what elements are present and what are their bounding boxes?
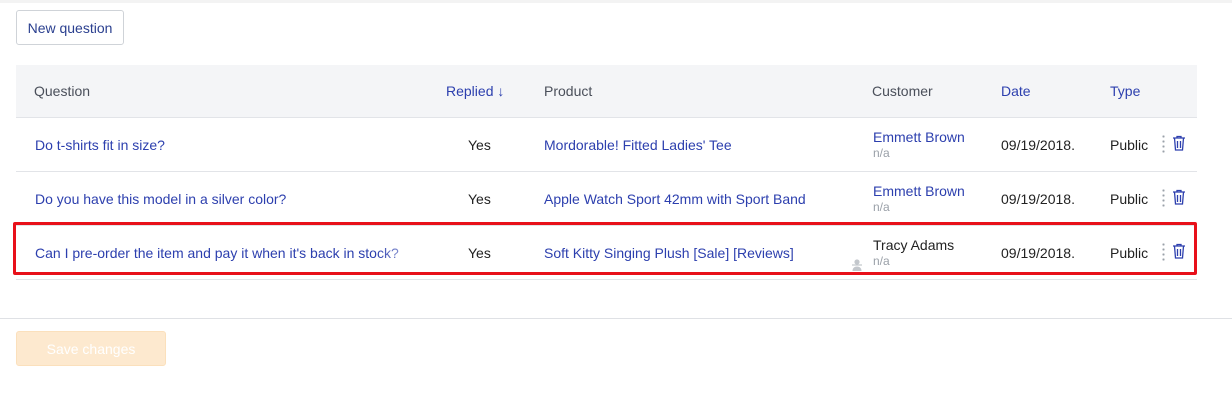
product-link[interactable]: Soft Kitty Singing Plush [Sale] [Reviews… xyxy=(544,226,794,279)
customer-link[interactable]: Emmett Brown xyxy=(873,183,965,199)
trash-icon[interactable] xyxy=(1172,189,1186,205)
trash-icon[interactable] xyxy=(1172,243,1186,259)
product-link[interactable]: Mordorable! Fitted Ladies' Tee xyxy=(544,118,732,171)
table-row: Can I pre-order the item and pay it when… xyxy=(16,226,1197,280)
replied-value: Yes xyxy=(468,136,491,153)
question-link[interactable]: Can I pre-order the item and pay it when… xyxy=(35,226,399,279)
trash-icon[interactable] xyxy=(1172,135,1186,151)
customer-name: Tracy Adams xyxy=(873,237,955,253)
column-header-customer: Customer xyxy=(872,83,933,99)
footer-divider xyxy=(0,318,1232,319)
guest-user-icon xyxy=(852,259,862,271)
customer-cell: Emmett Brown n/a xyxy=(873,118,965,171)
date-value: 09/19/2018. xyxy=(1001,190,1075,207)
column-header-product: Product xyxy=(544,83,593,99)
customer-sub: n/a xyxy=(873,146,890,160)
replied-value: Yes xyxy=(468,190,491,207)
column-header-question: Question xyxy=(34,83,91,99)
type-value: Public xyxy=(1110,190,1149,207)
replied-value: Yes xyxy=(468,244,491,261)
column-header-type[interactable]: Type xyxy=(1110,65,1140,117)
column-header-date[interactable]: Date xyxy=(1001,65,1031,117)
customer-link[interactable]: Emmett Brown xyxy=(873,129,965,145)
drag-handle-icon[interactable] xyxy=(1162,134,1165,154)
customer-cell: Emmett Brown n/a xyxy=(873,172,965,225)
table-row: Do you have this model in a silver color… xyxy=(16,172,1197,226)
type-value: Public xyxy=(1110,244,1149,261)
date-value: 09/19/2018. xyxy=(1001,244,1075,261)
questions-table: Question Replied ↓ Product Customer Date… xyxy=(16,65,1197,280)
new-question-button[interactable]: New question xyxy=(16,10,124,45)
customer-sub: n/a xyxy=(873,254,890,268)
column-header-replied[interactable]: Replied ↓ xyxy=(446,65,504,117)
date-value: 09/19/2018. xyxy=(1001,136,1075,153)
type-value: Public xyxy=(1110,136,1149,153)
question-link[interactable]: Do t-shirts fit in size? xyxy=(35,118,165,171)
top-divider xyxy=(0,0,1232,3)
drag-handle-icon[interactable] xyxy=(1162,242,1165,262)
question-link[interactable]: Do you have this model in a silver color… xyxy=(35,172,286,225)
product-link[interactable]: Apple Watch Sport 42mm with Sport Band xyxy=(544,172,806,225)
text-fade xyxy=(376,226,434,279)
customer-cell: Tracy Adams n/a xyxy=(873,226,954,279)
save-changes-button[interactable]: Save changes xyxy=(16,331,166,366)
table-header: Question Replied ↓ Product Customer Date… xyxy=(16,65,1197,118)
drag-handle-icon[interactable] xyxy=(1162,188,1165,208)
customer-sub: n/a xyxy=(873,200,890,214)
table-row: Do t-shirts fit in size? Yes Mordorable!… xyxy=(16,118,1197,172)
